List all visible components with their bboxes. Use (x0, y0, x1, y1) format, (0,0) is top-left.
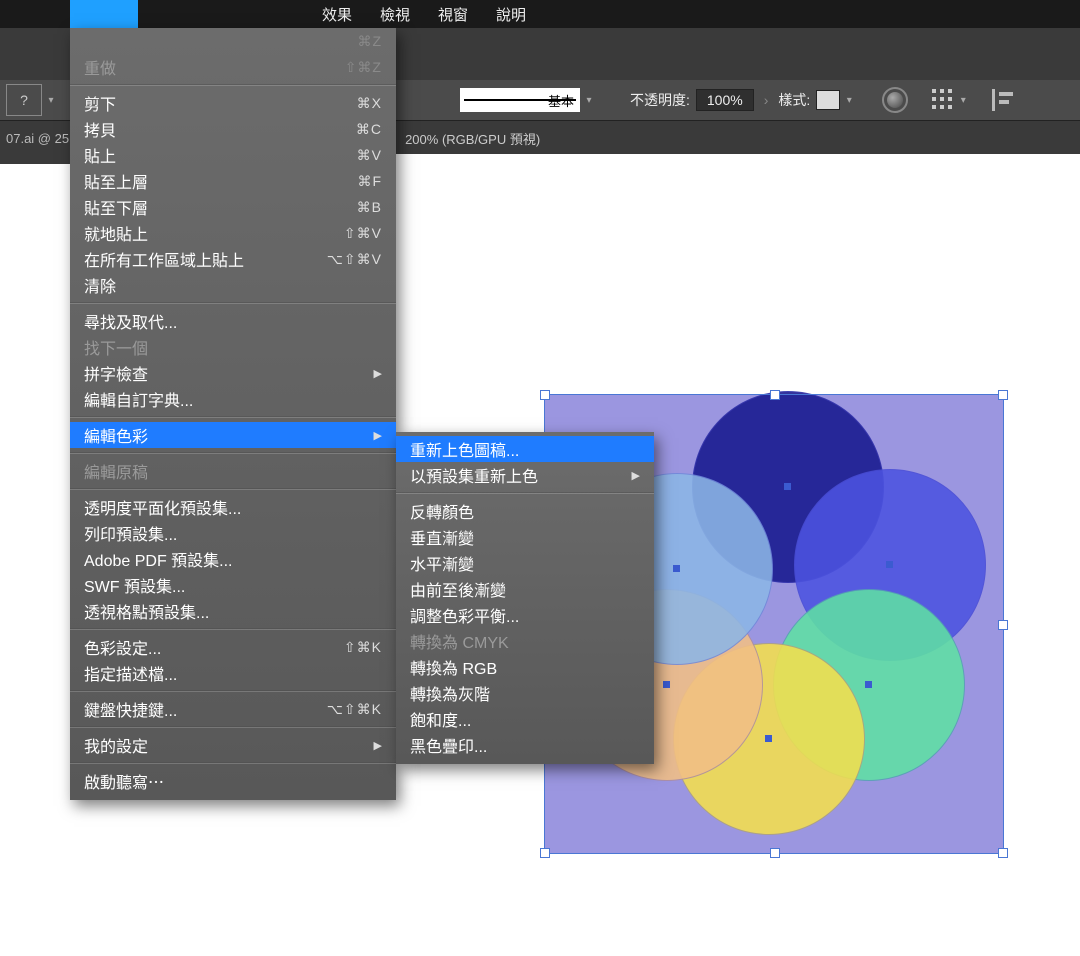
submenu-saturate[interactable]: 飽和度... (396, 706, 654, 732)
menu-my-settings[interactable]: 我的設定▶ (70, 732, 396, 758)
menu-flatten[interactable]: 透明度平面化預設集... (70, 494, 396, 520)
submenu-arrow-icon: ▶ (374, 429, 382, 442)
menu-print-presets[interactable]: 列印預設集... (70, 520, 396, 546)
align-grid-icon[interactable] (932, 89, 954, 111)
handle-bot-right[interactable] (998, 848, 1008, 858)
menu-divider (70, 452, 396, 454)
menu-help[interactable]: 說明 (482, 4, 540, 25)
handle-bot-left[interactable] (540, 848, 550, 858)
submenu-balance[interactable]: 調整色彩平衡... (396, 602, 654, 628)
chevron-down-icon[interactable]: ▾ (954, 85, 972, 115)
menu-find[interactable]: 尋找及取代... (70, 308, 396, 334)
menu-shortcuts[interactable]: 鍵盤快捷鍵...⌥⇧⌘K (70, 696, 396, 722)
opacity-label: 不透明度: (630, 90, 690, 110)
menu-divider (70, 488, 396, 490)
menu-edit-colors[interactable]: 編輯色彩▶ (70, 422, 396, 448)
menu-divider (70, 690, 396, 692)
submenu-overprint[interactable]: 黑色疊印... (396, 732, 654, 758)
app-window: 效果 檢視 視窗 說明 ? ▾ 基本 ▾ 不透明度: 100% › 樣式: ▾ … (0, 0, 1080, 956)
menu-paste-all[interactable]: 在所有工作區域上貼上⌥⇧⌘V (70, 246, 396, 272)
menu-divider (70, 416, 396, 418)
submenu-recolor-preset[interactable]: 以預設集重新上色▶ (396, 462, 654, 488)
menubar: 效果 檢視 視窗 說明 (0, 0, 1080, 28)
doc-tab-right[interactable]: 200% (RGB/GPU 預視) (405, 129, 540, 148)
submenu-fbblend[interactable]: 由前至後漸變 (396, 576, 654, 602)
menu-paste-place[interactable]: 就地貼上⇧⌘V (70, 220, 396, 246)
menu-spell[interactable]: 拼字檢查▶ (70, 360, 396, 386)
submenu-to-cmyk: 轉換為 CMYK (396, 628, 654, 654)
menu-swf-presets[interactable]: SWF 預設集... (70, 572, 396, 598)
handle-mid-right[interactable] (998, 620, 1008, 630)
menu-divider (70, 762, 396, 764)
handle-top-right[interactable] (998, 390, 1008, 400)
menu-find-next: 找下一個 (70, 334, 396, 360)
menu-cut[interactable]: 剪下⌘X (70, 90, 396, 116)
menu-assign-profile[interactable]: 指定描述檔... (70, 660, 396, 686)
handle-bot-mid[interactable] (770, 848, 780, 858)
recolor-icon[interactable] (882, 87, 908, 113)
menu-color-settings[interactable]: 色彩設定...⇧⌘K (70, 634, 396, 660)
menu-clear[interactable]: 清除 (70, 272, 396, 298)
submenu-to-gray[interactable]: 轉換為灰階 (396, 680, 654, 706)
submenu-arrow-icon: ▶ (374, 739, 382, 752)
menu-edit-original: 編輯原稿 (70, 458, 396, 484)
help-icon[interactable]: ? (6, 84, 42, 116)
menu-perspective[interactable]: 透視格點預設集... (70, 598, 396, 624)
style-swatch[interactable] (816, 90, 840, 110)
menu-view[interactable]: 檢視 (366, 4, 424, 25)
menu-paste-front[interactable]: 貼至上層⌘F (70, 168, 396, 194)
menu-paste-back[interactable]: 貼至下層⌘B (70, 194, 396, 220)
menu-divider (396, 492, 654, 494)
menubar-active-edit[interactable] (70, 0, 138, 28)
edit-menu: ⌘Z 重做⇧⌘Z 剪下⌘X 拷貝⌘C 貼上⌘V 貼至上層⌘F 貼至下層⌘B 就地… (70, 28, 396, 800)
submenu-hblend[interactable]: 水平漸變 (396, 550, 654, 576)
submenu-invert[interactable]: 反轉顏色 (396, 498, 654, 524)
stroke-style-dropdown[interactable]: 基本 (460, 88, 580, 112)
edit-colors-submenu: 重新上色圖稿... 以預設集重新上色▶ 反轉顏色 垂直漸變 水平漸變 由前至後漸… (396, 432, 654, 764)
menu-divider (70, 84, 396, 86)
menu-redo: 重做⇧⌘Z (70, 54, 396, 80)
menu-copy[interactable]: 拷貝⌘C (70, 116, 396, 142)
submenu-recolor[interactable]: 重新上色圖稿... (396, 436, 654, 462)
separator: › (764, 92, 769, 108)
handle-top-left[interactable] (540, 390, 550, 400)
submenu-arrow-icon: ▶ (632, 469, 640, 482)
align-panel-icon[interactable] (992, 89, 1017, 111)
menu-dictation[interactable]: 啟動聽寫⋯ (70, 768, 396, 794)
submenu-to-rgb[interactable]: 轉換為 RGB (396, 654, 654, 680)
menu-window[interactable]: 視窗 (424, 4, 482, 25)
chevron-down-icon[interactable]: ▾ (840, 85, 858, 115)
canvas-corner (0, 154, 70, 164)
handle-top-mid[interactable] (770, 390, 780, 400)
menu-divider (70, 302, 396, 304)
submenu-arrow-icon: ▶ (374, 367, 382, 380)
menu-pdf-presets[interactable]: Adobe PDF 預設集... (70, 546, 396, 572)
menu-paste[interactable]: 貼上⌘V (70, 142, 396, 168)
menu-effect[interactable]: 效果 (308, 4, 366, 25)
submenu-vblend[interactable]: 垂直漸變 (396, 524, 654, 550)
doc-tab-left[interactable]: 07.ai @ 25 (0, 131, 75, 146)
stroke-style-label: 基本 (548, 91, 574, 110)
menu-undo: ⌘Z (70, 28, 396, 54)
chevron-down-icon[interactable]: ▾ (42, 85, 60, 115)
menu-divider (70, 726, 396, 728)
menu-dict[interactable]: 編輯自訂字典... (70, 386, 396, 412)
chevron-down-icon[interactable]: ▾ (580, 85, 598, 115)
opacity-input[interactable]: 100% (696, 89, 754, 111)
menu-divider (70, 628, 396, 630)
style-label: 樣式: (778, 90, 810, 110)
